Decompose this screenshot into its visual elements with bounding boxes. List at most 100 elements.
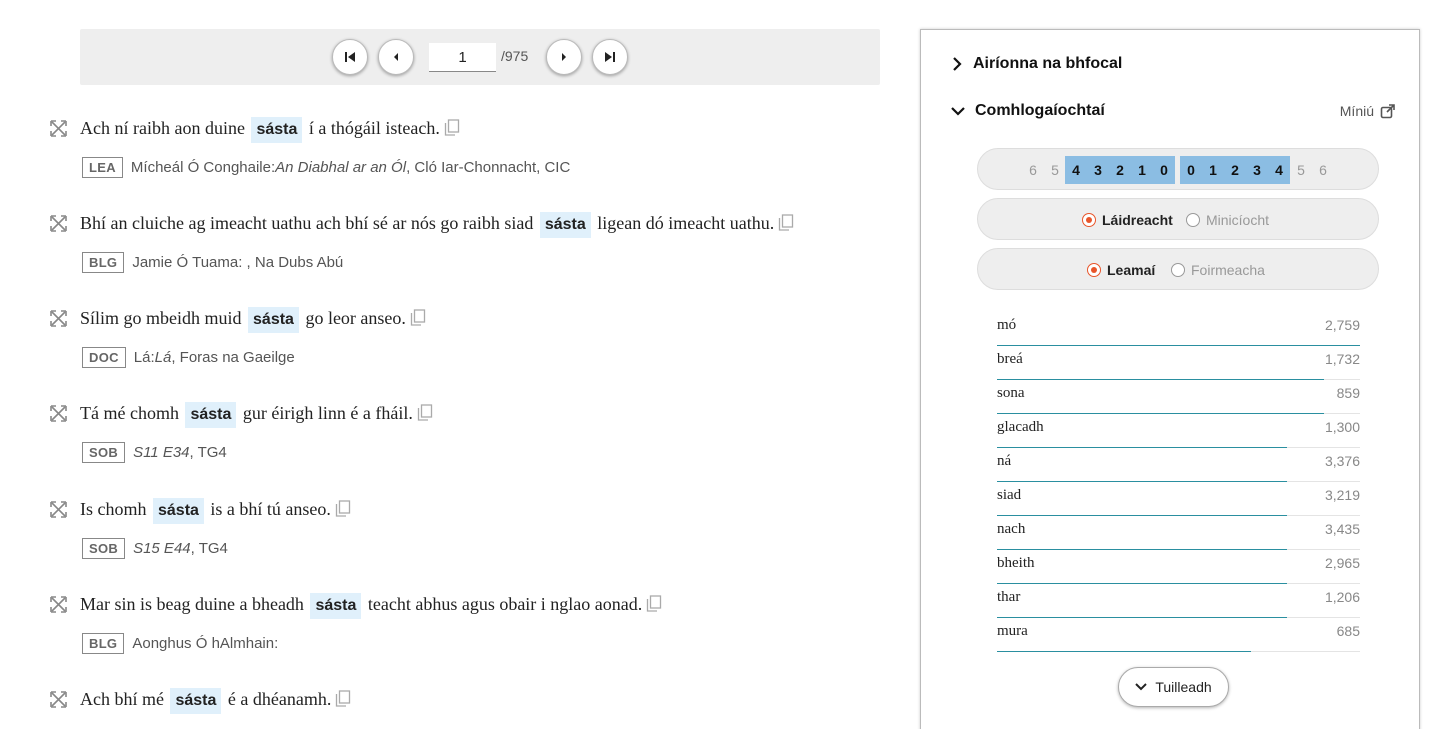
page-total: /975 (501, 48, 529, 64)
window-left-3[interactable]: 3 (1087, 156, 1109, 184)
collocation-row[interactable]: sona 859 (997, 380, 1360, 414)
sentence-after: gur éirigh linn é a fháil. (238, 403, 413, 423)
window-right-2[interactable]: 2 (1224, 156, 1246, 184)
window-right-6[interactable]: 6 (1312, 156, 1334, 184)
keyword-highlight: sásta (153, 498, 204, 524)
first-page-button[interactable] (332, 39, 368, 75)
window-right-0[interactable]: 0 (1180, 156, 1202, 184)
more-label: Tuilleadh (1155, 679, 1212, 695)
sentence-before: Ach bhí mé (80, 689, 169, 709)
lemma-form-toggle: Leamaí Foirmeacha (977, 248, 1379, 290)
keyword-highlight: sásta (248, 307, 299, 333)
window-left-0[interactable]: 0 (1153, 156, 1175, 184)
expand-icon[interactable] (50, 691, 67, 708)
genre-tag: SOB (82, 538, 126, 559)
copy-icon[interactable] (410, 307, 426, 333)
previous-page-button[interactable] (378, 39, 414, 75)
collocation-row[interactable]: breá 1,732 (997, 346, 1360, 380)
sidebar-panel: Airíonna na bhfocal Comhlogaíochtaí Míni… (920, 29, 1420, 729)
chevron-right-icon (953, 57, 962, 71)
window-right-5[interactable]: 5 (1290, 156, 1312, 184)
keyword-highlight: sásta (310, 593, 362, 619)
sentence-after: ligean dó imeacht uathu. (592, 213, 775, 233)
collocation-word: thar (997, 589, 1021, 605)
word-properties-header[interactable]: Airíonna na bhfocal (951, 55, 1122, 73)
sentence-before: Ach ní raibh aon duine (80, 118, 250, 138)
radio-frequency-label: Minicíocht (1206, 212, 1270, 228)
collocation-row[interactable]: ná 3,376 (997, 448, 1360, 482)
chevron-down-icon (951, 107, 965, 116)
collocation-word: mura (997, 623, 1028, 639)
expand-icon[interactable] (50, 120, 67, 137)
expand-icon[interactable] (50, 405, 67, 422)
window-left-5[interactable]: 5 (1044, 156, 1066, 184)
window-right-3[interactable]: 3 (1246, 156, 1268, 184)
last-page-button[interactable] (592, 39, 628, 75)
sentence-after: is a bhí tú anseo. (205, 499, 331, 519)
radio-lemmas[interactable]: Leamaí (1087, 262, 1155, 278)
first-page-icon (345, 52, 355, 62)
explanation-link[interactable]: Míniú (1340, 103, 1395, 119)
result-sentence: Is chomh sásta is a bhí tú anseo. (80, 496, 351, 524)
word-properties-title: Airíonna na bhfocal (973, 55, 1123, 72)
collocations-title: Comhlogaíochtaí (975, 102, 1105, 119)
copy-icon[interactable] (335, 688, 351, 714)
result-source: BLG Aonghus Ó hAlmhain: (82, 633, 278, 654)
external-link-icon (1380, 103, 1395, 118)
collocation-count: 685 (1336, 623, 1360, 639)
collocation-row[interactable]: siad 3,219 (997, 482, 1360, 516)
genre-tag: DOC (82, 347, 126, 368)
collocation-row[interactable]: nach 3,435 (997, 516, 1360, 550)
collocation-word: nach (997, 521, 1026, 537)
collocation-row[interactable]: bheith 2,965 (997, 550, 1360, 584)
result-sentence: Ach bhí mé sásta é a dhéanamh. (80, 686, 351, 714)
collocation-word: glacadh (997, 419, 1044, 435)
collocation-row[interactable]: glacadh 1,300 (997, 414, 1360, 448)
caret-right-icon (562, 53, 566, 61)
copy-icon[interactable] (335, 498, 351, 524)
collocation-word: sona (997, 385, 1025, 401)
sentence-after: go leor anseo. (300, 308, 406, 328)
window-left-1[interactable]: 1 (1131, 156, 1153, 184)
expand-icon[interactable] (50, 596, 67, 613)
window-left-2[interactable]: 2 (1109, 156, 1131, 184)
result-sentence: Ach ní raibh aon duine sásta í a thógáil… (80, 115, 460, 143)
page-number-input[interactable] (429, 43, 496, 72)
source-author: Jamie Ó Tuama: , Na Dubs Abú (132, 254, 344, 271)
source-author: Lá: (133, 349, 155, 366)
collocation-word: siad (997, 487, 1022, 503)
radio-forms[interactable]: Foirmeacha (1171, 262, 1265, 278)
window-right-1[interactable]: 1 (1202, 156, 1224, 184)
radio-frequency[interactable]: Minicíocht (1186, 212, 1269, 228)
next-page-button[interactable] (546, 39, 582, 75)
expand-icon[interactable] (50, 501, 67, 518)
source-title: S15 E44 (133, 540, 191, 557)
more-button[interactable]: Tuilleadh (1118, 667, 1229, 707)
genre-tag: BLG (82, 633, 125, 654)
result-source: DOC Lá: Lá, Foras na Gaeilge (82, 347, 295, 368)
copy-icon[interactable] (417, 402, 433, 428)
collocation-row[interactable]: mura 685 (997, 618, 1360, 652)
copy-icon[interactable] (444, 117, 460, 143)
radio-strength[interactable]: Láidreacht (1082, 212, 1173, 228)
copy-icon[interactable] (778, 212, 794, 238)
sentence-before: Mar sin is beag duine a bheadh (80, 594, 309, 614)
collocation-count: 2,965 (1324, 555, 1360, 571)
source-title: An Diabhal ar an Ól (275, 159, 407, 176)
explanation-label: Míniú (1339, 103, 1374, 119)
collocation-row[interactable]: mó 2,759 (997, 312, 1360, 346)
window-left-4[interactable]: 4 (1065, 156, 1087, 184)
source-title: Lá (154, 349, 172, 366)
result-sentence: Mar sin is beag duine a bheadh sásta tea… (80, 591, 662, 619)
collocation-count: 1,732 (1324, 351, 1360, 367)
result-sentence: Bhí an cluiche ag imeacht uathu ach bhí … (80, 210, 794, 238)
result-source: SOB S15 E44, TG4 (82, 538, 228, 559)
collocation-row[interactable]: thar 1,206 (997, 584, 1360, 618)
copy-icon[interactable] (646, 593, 662, 619)
window-left-6[interactable]: 6 (1022, 156, 1044, 184)
expand-icon[interactable] (50, 215, 67, 232)
radio-strength-label: Láidreacht (1102, 212, 1173, 228)
expand-icon[interactable] (50, 310, 67, 327)
collocations-header[interactable]: Comhlogaíochtaí (951, 102, 1105, 120)
window-right-4[interactable]: 4 (1268, 156, 1290, 184)
